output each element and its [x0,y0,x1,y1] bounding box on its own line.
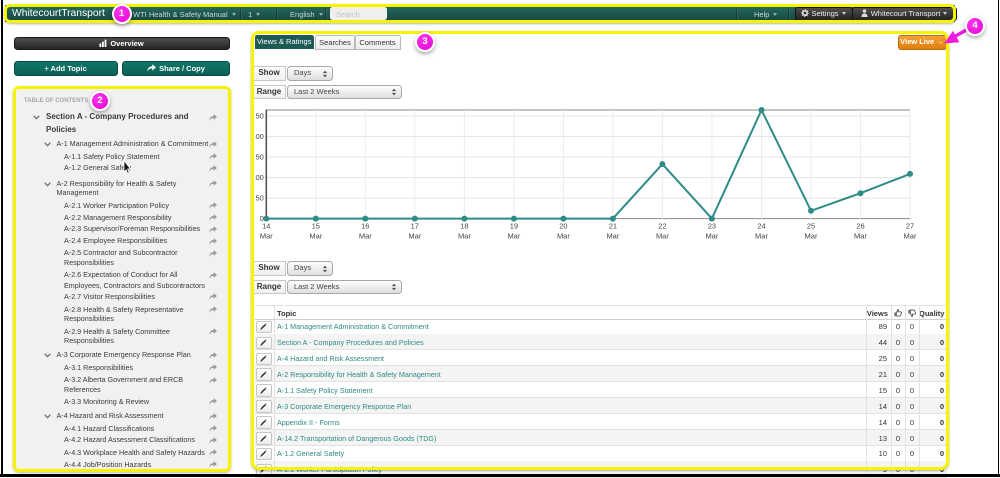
svg-text:250: 250 [255,112,264,121]
svg-text:Mar: Mar [408,232,421,241]
svg-text:Mar: Mar [260,232,273,241]
svg-text:27: 27 [906,222,914,231]
svg-text:21: 21 [609,222,617,231]
svg-text:18: 18 [460,222,468,231]
svg-text:22: 22 [658,222,666,231]
svg-text:200: 200 [255,132,264,141]
svg-text:Mar: Mar [309,232,322,241]
svg-text:Mar: Mar [458,232,471,241]
svg-text:Mar: Mar [904,232,917,241]
svg-text:Mar: Mar [656,232,669,241]
svg-text:14: 14 [262,222,270,231]
svg-text:24: 24 [757,222,765,231]
svg-text:19: 19 [510,222,518,231]
svg-text:Mar: Mar [507,232,520,241]
svg-text:17: 17 [411,222,419,231]
svg-text:Mar: Mar [705,232,718,241]
svg-text:100: 100 [255,173,264,182]
svg-text:50: 50 [255,194,263,203]
svg-text:Mar: Mar [755,232,768,241]
svg-text:Mar: Mar [557,232,570,241]
svg-text:Mar: Mar [606,232,619,241]
svg-text:Mar: Mar [854,232,867,241]
svg-text:26: 26 [856,222,864,231]
svg-text:23: 23 [708,222,716,231]
svg-text:25: 25 [807,222,815,231]
svg-text:20: 20 [559,222,567,231]
svg-text:15: 15 [312,222,320,231]
svg-text:16: 16 [361,222,369,231]
svg-text:Mar: Mar [805,232,818,241]
svg-text:Mar: Mar [359,232,372,241]
svg-text:150: 150 [255,153,264,162]
